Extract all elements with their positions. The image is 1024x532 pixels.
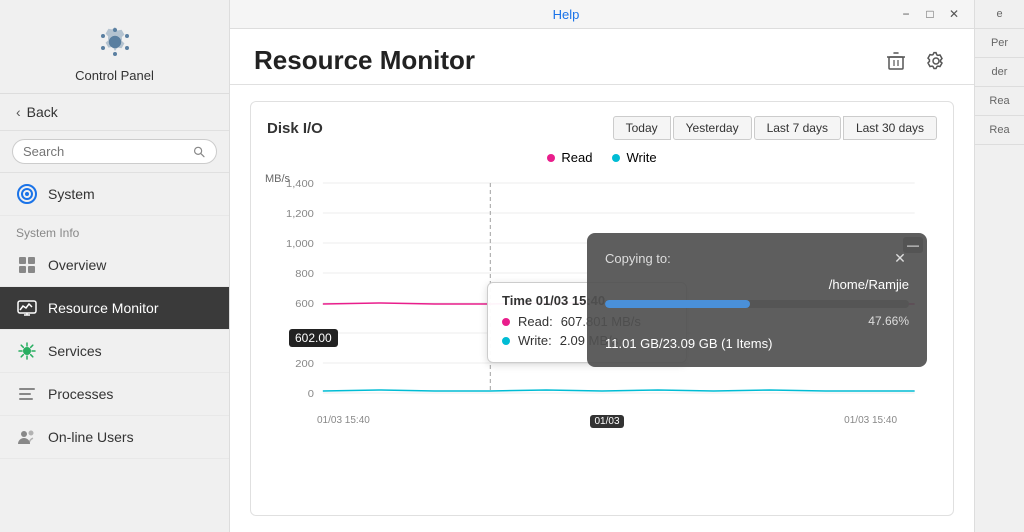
sidebar-item-online-users-label: On-line Users [48,429,134,445]
resource-monitor-icon [16,297,38,319]
legend-read-dot [547,154,555,162]
content-area: Disk I/O Today Yesterday Last 7 days Las… [230,85,974,532]
control-panel-label: Control Panel [75,68,154,83]
control-panel-icon [93,20,137,64]
search-icon [193,145,206,159]
page-header: Resource Monitor [230,29,974,85]
tooltip-read-dot [502,318,510,326]
right-panel-row-rea2: Rea [975,116,1024,145]
copy-size-info: 11.01 GB/23.09 GB (1 Items) [605,336,909,351]
sidebar-item-services[interactable]: Services [0,330,229,373]
system-info-section-label: System Info [0,216,229,244]
header-actions [882,47,950,75]
tooltip-write-label: Write: [518,333,552,348]
tab-yesterday[interactable]: Yesterday [673,116,752,140]
legend-write-label: Write [626,150,656,165]
sidebar-item-services-label: Services [48,343,102,359]
svg-text:600: 600 [295,299,314,310]
copy-progress-label: 47.66% [868,314,909,328]
disk-io-title: Disk I/O [267,120,323,137]
overview-icon [16,254,38,276]
svg-text:0: 0 [308,389,314,400]
sidebar-item-resource-monitor-label: Resource Monitor [48,300,159,316]
page-title: Resource Monitor [254,45,475,76]
search-box[interactable] [12,139,217,164]
x-label-start: 01/03 15:40 [317,415,370,428]
legend-read: Read [547,150,592,165]
minimize-button[interactable]: − [898,6,914,22]
legend-read-label: Read [561,150,592,165]
back-button[interactable]: ‹ Back [0,94,229,131]
time-tabs: Today Yesterday Last 7 days Last 30 days [613,116,937,140]
copy-progress-row: 47.66% [605,314,909,328]
system-icon [16,183,38,205]
online-users-icon [16,426,38,448]
copy-dialog: — Copying to: ✕ /home/Ramjie 47.66% 11.0… [587,233,927,367]
legend-write: Write [612,150,656,165]
copy-minimize-button[interactable]: — [903,237,923,253]
sidebar-item-processes-label: Processes [48,386,113,402]
right-panel-header-e: e [975,0,1024,29]
disk-io-container: Disk I/O Today Yesterday Last 7 days Las… [250,101,954,516]
copy-dialog-header: Copying to: ✕ [605,249,909,267]
sidebar-item-overview[interactable]: Overview [0,244,229,287]
chart-value-label: 602.00 [289,329,338,347]
settings-icon[interactable] [922,47,950,75]
sidebar-item-processes[interactable]: Processes [0,373,229,416]
help-link[interactable]: Help [553,7,580,22]
search-container [0,131,229,173]
copy-progress-bar-bg [605,300,909,308]
chart-area: MB/s 1,400 1,200 1,000 [267,173,937,413]
tab-last30[interactable]: Last 30 days [843,116,937,140]
right-panel-header-per: Per [975,29,1024,58]
tooltip-write-dot [502,337,510,345]
processes-icon [16,383,38,405]
back-label: Back [27,104,58,120]
legend-write-dot [612,154,620,162]
svg-text:1,000: 1,000 [286,239,314,250]
sidebar-item-online-users[interactable]: On-line Users [0,416,229,459]
window-frame: Help − □ ✕ Resource Monitor [230,0,974,532]
restore-button[interactable]: □ [922,6,938,22]
sidebar-item-system[interactable]: System [0,173,229,216]
search-input[interactable] [23,144,187,159]
sidebar: Control Panel ‹ Back System System Info [0,0,230,532]
tab-last7[interactable]: Last 7 days [754,116,841,140]
svg-text:1,200: 1,200 [286,209,314,220]
disk-io-header: Disk I/O Today Yesterday Last 7 days Las… [267,116,937,140]
copy-progress-bar-fill [605,300,750,308]
back-arrow-icon: ‹ [16,104,21,120]
main-content: Help − □ ✕ Resource Monitor [230,0,974,532]
sidebar-item-overview-label: Overview [48,257,106,273]
copy-destination: /home/Ramjie [605,277,909,292]
right-panel: e Per der Rea Rea [974,0,1024,532]
svg-text:200: 200 [295,359,314,370]
y-axis-label: MB/s [265,173,290,185]
control-panel-header: Control Panel [0,0,229,94]
x-label-active: 01/03 [590,415,623,428]
chart-legend: Read Write [267,150,937,165]
x-label-end: 01/03 15:40 [844,415,897,428]
window-titlebar: Help − □ ✕ [230,0,974,29]
delete-icon[interactable] [882,47,910,75]
x-axis-labels: 01/03 15:40 01/03 01/03 15:40 [267,415,937,428]
right-panel-row-der: der [975,58,1024,87]
sidebar-item-system-label: System [48,186,95,202]
svg-text:800: 800 [295,269,314,280]
close-button[interactable]: ✕ [946,6,962,22]
copy-dialog-title: Copying to: [605,251,671,266]
services-icon [16,340,38,362]
tooltip-read-label: Read: [518,314,553,329]
sidebar-item-resource-monitor[interactable]: Resource Monitor [0,287,229,330]
svg-text:1,400: 1,400 [286,179,314,190]
right-panel-row-rea1: Rea [975,87,1024,116]
tab-today[interactable]: Today [613,116,671,140]
